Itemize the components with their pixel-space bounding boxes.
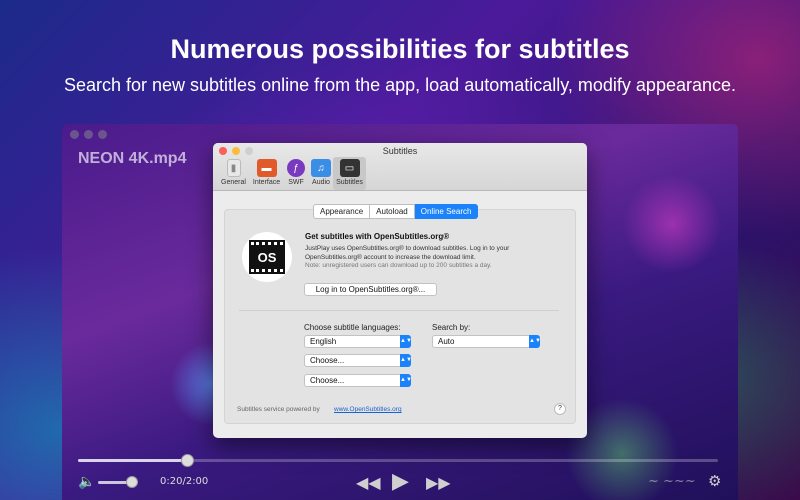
login-button[interactable]: Log in to OpenSubtitles.org®... <box>304 283 437 296</box>
logo-text: OS <box>249 240 285 274</box>
seek-bar[interactable] <box>78 454 718 467</box>
description-text: JustPlay uses OpenSubtitles.org® to down… <box>305 245 510 261</box>
footer-text: Subtitles service powered by <box>237 406 320 413</box>
language-select-1[interactable]: English ▲▼ <box>304 335 412 348</box>
speech-bubble-icon: ▭ <box>339 159 360 177</box>
chevron-updown-icon: ▲▼ <box>400 374 412 387</box>
interface-icon: ▬ <box>256 159 277 177</box>
divider <box>239 310 559 311</box>
seek-bar-handle[interactable] <box>180 454 194 467</box>
toolbar-item-audio[interactable]: ♫ Audio <box>309 157 333 190</box>
section-heading: Get subtitles with OpenSubtitles.org® <box>305 232 450 241</box>
language-select-2[interactable]: Choose... ▲▼ <box>304 354 412 367</box>
swf-icon: ƒ <box>287 159 305 177</box>
search-by-label: Search by: <box>432 323 471 332</box>
music-note-icon: ♫ <box>311 159 331 177</box>
volume-slider-handle[interactable] <box>126 476 138 488</box>
toolbar-label: Subtitles <box>336 179 363 186</box>
switch-icon: ▮ <box>226 159 241 177</box>
tab-online-search[interactable]: Online Search <box>414 204 479 219</box>
seek-bar-fill <box>78 459 187 462</box>
signature-watermark-icon: ~ ~~~ <box>648 474 696 489</box>
toolbar-label: Audio <box>312 179 330 186</box>
video-title: NEON 4K.mp4 <box>78 150 187 167</box>
toolbar-item-general[interactable]: ▮ General <box>217 157 250 190</box>
chevron-updown-icon: ▲▼ <box>529 335 541 348</box>
chevron-updown-icon: ▲▼ <box>400 354 412 367</box>
opensubtitles-link[interactable]: www.OpenSubtitles.org <box>334 406 402 413</box>
select-value: Choose... <box>310 356 345 365</box>
segmented-tabs: Appearance Autoload Online Search <box>313 204 479 219</box>
settings-gear-icon[interactable]: ⚙ <box>708 472 721 490</box>
playback-time: 0:20/2:00 <box>160 476 209 487</box>
help-button[interactable]: ? <box>554 403 566 415</box>
toolbar-item-subtitles[interactable]: ▭ Subtitles <box>333 157 366 190</box>
subheadline: Search for new subtitles online from the… <box>63 75 737 95</box>
chevron-updown-icon: ▲▼ <box>400 335 412 348</box>
close-button[interactable] <box>70 130 79 139</box>
tab-autoload[interactable]: Autoload <box>370 204 415 219</box>
prefs-titlebar: Subtitles ▮ General ▬ Interface ƒ SWF ♫ … <box>213 143 587 191</box>
headline: Numerous possibilities for subtitles <box>170 34 630 64</box>
fast-forward-icon[interactable]: ▶▶ <box>426 473 451 493</box>
zoom-button[interactable] <box>98 130 107 139</box>
player-window-controls[interactable] <box>70 130 107 139</box>
toolbar-item-swf[interactable]: ƒ SWF <box>283 157 309 190</box>
language-select-3[interactable]: Choose... ▲▼ <box>304 374 412 387</box>
toolbar-label: SWF <box>288 179 304 186</box>
select-value: English <box>310 337 337 346</box>
select-value: Choose... <box>310 376 345 385</box>
prefs-toolbar: ▮ General ▬ Interface ƒ SWF ♫ Audio ▭ Su… <box>217 157 366 190</box>
toolbar-label: General <box>221 179 246 186</box>
play-icon[interactable]: ▶ <box>392 468 409 494</box>
toolbar-item-interface[interactable]: ▬ Interface <box>250 157 283 190</box>
languages-label: Choose subtitle languages: <box>304 323 401 332</box>
tab-appearance[interactable]: Appearance <box>313 204 371 219</box>
rewind-icon[interactable]: ◀◀ <box>356 473 381 493</box>
minimize-button[interactable] <box>84 130 93 139</box>
speaker-icon[interactable]: 🔈 <box>78 473 95 490</box>
prefs-window-title: Subtitles <box>382 146 418 156</box>
note-text: Note: unregistered users can download up… <box>305 262 492 269</box>
search-by-select[interactable]: Auto ▲▼ <box>432 335 541 348</box>
toolbar-label: Interface <box>252 179 281 186</box>
opensubtitles-logo: OS <box>242 232 292 282</box>
select-value: Auto <box>438 337 455 346</box>
subtitles-preferences-window: Subtitles ▮ General ▬ Interface ƒ SWF ♫ … <box>213 143 587 438</box>
